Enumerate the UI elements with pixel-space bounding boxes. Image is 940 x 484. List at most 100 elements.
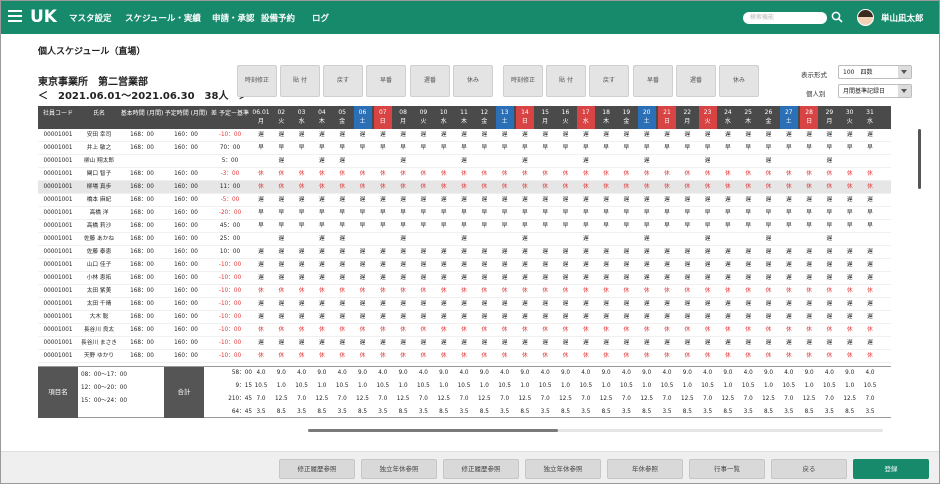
shift-cell[interactable]: 遅 [313, 246, 331, 259]
table-row[interactable]: 00001001 高橋 洋 168：00 160：00 -20：00 早早早早早早早早早早… [38, 207, 891, 220]
shift-cell[interactable]: 遅 [313, 272, 331, 285]
shift-cell[interactable]: 遅 [719, 246, 737, 259]
shift-cell[interactable]: 休 [374, 168, 392, 181]
shift-cell[interactable]: 遅 [455, 272, 473, 285]
bottom-button[interactable]: 独立年休参照 [361, 459, 437, 479]
shift-cell[interactable]: 早 [739, 207, 757, 220]
shift-cell[interactable]: 遅 [293, 194, 311, 207]
shift-cell[interactable]: 遅 [455, 194, 473, 207]
shift-cell[interactable]: 遅 [374, 246, 392, 259]
shift-cell[interactable]: 遅 [617, 272, 635, 285]
shift-cell[interactable]: 休 [739, 285, 757, 298]
shift-cell[interactable]: 休 [638, 181, 656, 194]
shift-cell[interactable]: 遅 [374, 129, 392, 142]
shift-cell[interactable]: 遅 [577, 246, 595, 259]
shift-cell[interactable]: 休 [820, 181, 838, 194]
shift-cell[interactable]: 遅 [435, 298, 453, 311]
shift-cell[interactable]: 遅 [455, 233, 473, 246]
shift-cell[interactable]: 早 [678, 142, 696, 155]
shift-cell[interactable]: 早 [516, 207, 534, 220]
shift-cell[interactable]: 遅 [699, 298, 717, 311]
shift-cell[interactable]: 休 [313, 181, 331, 194]
shift-cell[interactable]: 遅 [313, 337, 331, 350]
shift-cell[interactable]: 遅 [536, 311, 554, 324]
shift-cell[interactable]: 遅 [678, 129, 696, 142]
shift-cell[interactable]: 遅 [333, 129, 351, 142]
shift-cell[interactable]: 遅 [272, 155, 290, 168]
shift-cell[interactable]: 遅 [313, 129, 331, 142]
shift-cell[interactable]: 遅 [536, 246, 554, 259]
shift-cell[interactable]: 遅 [577, 259, 595, 272]
shift-cell[interactable]: 遅 [617, 246, 635, 259]
shift-cell[interactable]: 休 [313, 168, 331, 181]
shift-cell[interactable]: 早 [354, 220, 372, 233]
shift-cell[interactable]: 休 [475, 324, 493, 337]
employee-name[interactable]: 長谷川 まさき [78, 337, 120, 350]
shift-cell[interactable]: 休 [313, 324, 331, 337]
shift-cell[interactable]: 早 [374, 142, 392, 155]
employee-name[interactable]: 長谷川 良太 [78, 324, 120, 337]
shift-cell[interactable]: 遅 [861, 311, 879, 324]
shift-cell[interactable]: 遅 [557, 311, 575, 324]
shift-cell[interactable]: 早 [861, 220, 879, 233]
shift-cell[interactable]: 休 [820, 285, 838, 298]
shift-cell[interactable]: 休 [780, 285, 798, 298]
shift-cell[interactable]: 遅 [475, 259, 493, 272]
shift-cell[interactable]: 遅 [455, 246, 473, 259]
shift-cell[interactable]: 休 [760, 350, 778, 363]
shift-cell[interactable]: 早 [760, 207, 778, 220]
shift-cell[interactable]: 早 [516, 142, 534, 155]
shift-cell[interactable]: 休 [252, 168, 270, 181]
shift-cell[interactable]: 早 [293, 207, 311, 220]
shift-cell[interactable]: 遅 [577, 337, 595, 350]
shift-cell[interactable]: 休 [820, 324, 838, 337]
nav-master[interactable]: マスタ設定 [69, 12, 112, 24]
shift-cell[interactable]: 休 [475, 181, 493, 194]
shift-cell[interactable]: 遅 [516, 298, 534, 311]
shift-cell[interactable]: 早 [638, 207, 656, 220]
shift-cell[interactable]: 休 [414, 168, 432, 181]
shift-cell[interactable]: 遅 [739, 311, 757, 324]
nav-schedule[interactable]: スケジュール・実績 [125, 12, 201, 24]
shift-cell[interactable]: 休 [658, 181, 676, 194]
shift-cell[interactable]: 早 [617, 220, 635, 233]
shift-cell[interactable]: 休 [719, 181, 737, 194]
shift-cell[interactable]: 遅 [496, 337, 514, 350]
shift-cell[interactable]: 休 [577, 350, 595, 363]
shift-cell[interactable]: 遅 [678, 298, 696, 311]
shift-cell[interactable]: 遅 [435, 246, 453, 259]
period-navigator[interactable]: ＜ 2021.06.01〜2021.06.30 38人 ＞ [38, 87, 248, 102]
shift-cell[interactable]: 遅 [496, 129, 514, 142]
shift-cell[interactable]: 遅 [678, 259, 696, 272]
shift-cell[interactable]: 遅 [475, 311, 493, 324]
shift-cell[interactable]: 休 [394, 324, 412, 337]
shift-cell[interactable]: 休 [414, 285, 432, 298]
shift-cell[interactable]: 早 [435, 207, 453, 220]
shift-cell[interactable]: 遅 [455, 259, 473, 272]
toolbar-button[interactable]: 休み [719, 65, 759, 97]
shift-cell[interactable]: 遅 [658, 129, 676, 142]
shift-cell[interactable]: 遅 [414, 272, 432, 285]
bottom-button[interactable]: 修正履歴参照 [279, 459, 355, 479]
shift-cell[interactable]: 早 [820, 220, 838, 233]
shift-cell[interactable]: 早 [252, 220, 270, 233]
shift-cell[interactable]: 遅 [516, 311, 534, 324]
horizontal-scrollbar[interactable] [308, 429, 558, 432]
shift-cell[interactable]: 休 [374, 350, 392, 363]
table-row[interactable]: 00001001 佐藤 泰恵 168：00 160：00 10：00 遅遅遅遅遅遅遅遅遅遅… [38, 246, 891, 259]
bottom-button[interactable]: 独立年休参照 [525, 459, 601, 479]
table-row[interactable]: 00001001 大木 聡 168：00 160：00 -10：00 遅遅遅遅遅遅遅遅遅遅… [38, 311, 891, 324]
shift-cell[interactable]: 早 [597, 207, 615, 220]
nav-log[interactable]: ログ [312, 12, 329, 24]
nav-approval[interactable]: 申請・承認 [212, 12, 255, 24]
shift-cell[interactable]: 遅 [252, 129, 270, 142]
employee-name[interactable]: 関口 智子 [78, 168, 120, 181]
shift-cell[interactable]: 休 [800, 324, 818, 337]
shift-cell[interactable]: 遅 [333, 311, 351, 324]
shift-cell[interactable]: 早 [496, 207, 514, 220]
shift-cell[interactable]: 休 [557, 324, 575, 337]
bottom-button[interactable]: 登録 [853, 459, 929, 479]
shift-cell[interactable]: 遅 [516, 246, 534, 259]
shift-cell[interactable]: 遅 [516, 155, 534, 168]
shift-cell[interactable]: 遅 [414, 311, 432, 324]
